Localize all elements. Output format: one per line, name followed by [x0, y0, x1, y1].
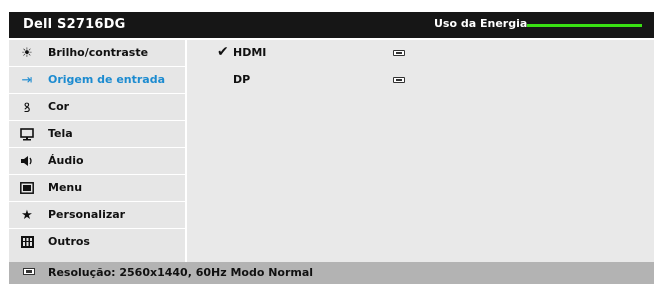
- sidebar-item-label: Áudio: [48, 154, 84, 167]
- sidebar-item-label: Tela: [48, 127, 73, 140]
- sidebar-item-tela[interactable]: Tela: [9, 121, 185, 148]
- input-source-icon: ⇥: [21, 72, 33, 88]
- monitor-title: Dell S2716DG: [23, 17, 126, 32]
- status-bar: Resolução: 2560x1440, 60Hz Modo Normal: [9, 262, 654, 284]
- option-hdmi[interactable]: ✔ HDMI: [187, 40, 654, 67]
- sidebar-item-label: Cor: [48, 100, 70, 113]
- others-icon: [19, 234, 35, 250]
- display-icon: [19, 126, 35, 142]
- sidebar-item-label: Menu: [48, 181, 83, 194]
- option-dp[interactable]: DP: [187, 67, 654, 94]
- menu-icon: [19, 180, 35, 196]
- osd-header: Dell S2716DG Uso da Energia: [9, 12, 654, 38]
- sidebar-item-label: Outros: [48, 235, 90, 248]
- hdmi-port-icon: [393, 50, 405, 56]
- monitor-osd: Dell S2716DG Uso da Energia ☀ Brilho/con…: [9, 12, 654, 284]
- sidebar-item-cor[interactable]: ꝸ Cor: [9, 94, 185, 121]
- sidebar-item-label: Origem de entrada: [48, 73, 166, 86]
- option-label: DP: [233, 73, 251, 86]
- energy-usage-bar: [527, 24, 642, 27]
- sidebar-menu: ☀ Brilho/contraste ⇥ Origem de entrada ꝸ…: [9, 40, 185, 262]
- sidebar-item-menu[interactable]: Menu: [9, 175, 185, 202]
- sidebar-item-label: Brilho/contraste: [48, 46, 149, 59]
- input-source-options: ✔ HDMI DP: [187, 40, 654, 262]
- connector-icon: [23, 268, 35, 275]
- sidebar-item-audio[interactable]: Áudio: [9, 148, 185, 175]
- color-icon: ꝸ: [23, 101, 31, 116]
- energy-usage-fill: [527, 24, 642, 27]
- brightness-icon: ☀: [21, 45, 33, 61]
- sidebar-item-personalizar[interactable]: ★ Personalizar: [9, 202, 185, 229]
- sidebar-item-brilho-contraste[interactable]: ☀ Brilho/contraste: [9, 40, 185, 67]
- sidebar-item-origem-de-entrada[interactable]: ⇥ Origem de entrada: [9, 67, 185, 94]
- option-label: HDMI: [233, 46, 267, 59]
- dp-port-icon: [393, 77, 405, 83]
- energy-usage-label: Uso da Energia: [434, 17, 528, 30]
- sidebar-item-label: Personalizar: [48, 208, 126, 221]
- sidebar-item-outros[interactable]: Outros: [9, 229, 185, 256]
- resolution-status: Resolução: 2560x1440, 60Hz Modo Normal: [48, 266, 314, 279]
- checkmark-icon: ✔: [217, 44, 229, 60]
- star-icon: ★: [21, 207, 33, 223]
- speaker-icon: [19, 153, 35, 169]
